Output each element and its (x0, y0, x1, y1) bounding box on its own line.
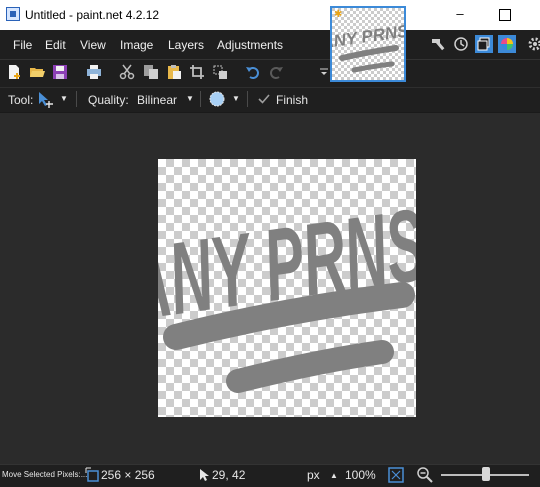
units-select[interactable]: px (307, 468, 320, 482)
zoom-slider-thumb[interactable] (482, 467, 490, 481)
menu-file[interactable]: File (13, 38, 32, 52)
copy-icon[interactable] (143, 64, 159, 80)
history-icon[interactable] (452, 35, 470, 53)
image-thumbnail-tab[interactable]: ANY PRNS. ✱ (330, 6, 406, 82)
paste-icon[interactable] (166, 64, 182, 80)
zoom-out-magnifier-icon[interactable] (416, 466, 434, 484)
image-size-readout: 256 × 256 (101, 468, 155, 482)
crop-to-selection-icon[interactable] (189, 64, 205, 80)
maximize-button[interactable] (495, 6, 513, 22)
deselect-icon[interactable] (212, 64, 228, 80)
units-dropdown-caret[interactable]: ▲ (330, 471, 338, 480)
window-title: Untitled - paint.net 4.2.12 (25, 8, 160, 22)
menu-view[interactable]: View (80, 38, 106, 52)
layers-icon[interactable] (475, 35, 493, 53)
separator (76, 91, 77, 107)
undo-icon[interactable] (245, 64, 261, 80)
unsaved-star-icon: ✱ (334, 9, 343, 20)
paintnet-app-icon (6, 7, 20, 21)
save-disk-icon[interactable] (52, 64, 68, 80)
quality-select[interactable]: Bilinear (137, 93, 177, 107)
menu-adjustments[interactable]: Adjustments (217, 38, 283, 52)
separator (200, 91, 201, 107)
image-canvas[interactable]: ANY PRNS. (158, 159, 416, 417)
minimize-button[interactable]: – (451, 6, 469, 22)
redo-icon[interactable] (268, 64, 284, 80)
zoom-to-fit-icon[interactable] (388, 467, 404, 483)
settings-gear-icon[interactable] (526, 35, 540, 53)
cut-scissors-icon[interactable] (119, 64, 135, 80)
finish-button[interactable]: Finish (276, 93, 308, 107)
title-bar: Untitled - paint.net 4.2.12 – (0, 0, 540, 30)
print-icon[interactable] (86, 64, 102, 80)
separator (247, 91, 248, 107)
tools-hammer-icon[interactable] (430, 35, 448, 53)
menu-edit[interactable]: Edit (45, 38, 66, 52)
cursor-position-icon (200, 469, 209, 481)
image-size-icon (85, 467, 99, 482)
quality-label: Quality: (88, 93, 129, 107)
quality-dropdown-caret[interactable]: ▼ (186, 94, 194, 103)
checkmark-icon[interactable] (257, 92, 271, 106)
cursor-position-readout: 29, 42 (212, 468, 246, 482)
new-file-icon[interactable] (6, 64, 22, 80)
colors-palette-icon[interactable] (498, 35, 516, 53)
menu-layers[interactable]: Layers (168, 38, 204, 52)
tool-label: Tool: (8, 93, 34, 107)
tool-dropdown-caret[interactable]: ▼ (60, 94, 68, 103)
open-folder-icon[interactable] (29, 64, 45, 80)
brush-stroke-lower (226, 340, 394, 393)
menu-image[interactable]: Image (120, 38, 153, 52)
antialiasing-icon[interactable] (207, 89, 227, 109)
status-hint-text: Move Selected Pixels:... (2, 470, 88, 479)
move-selected-pixels-tool-icon[interactable] (37, 91, 55, 109)
antialiasing-dropdown-caret[interactable]: ▼ (232, 94, 240, 103)
zoom-level-readout[interactable]: 100% (345, 468, 376, 482)
